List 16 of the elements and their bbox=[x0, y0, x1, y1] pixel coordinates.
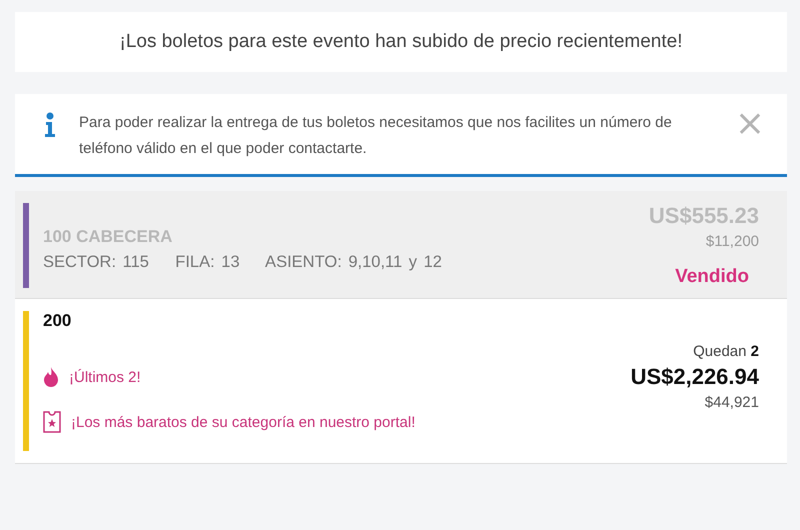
ticket-star-icon bbox=[43, 411, 61, 433]
price: US$2,226.94 bbox=[630, 364, 759, 390]
close-button[interactable]: × bbox=[730, 110, 769, 138]
listing-card[interactable]: 200 ¡Últimos 2! ¡Los más baratos de su categoría en nuestro portal! Quedan 2 US$2,226.94 $44,921 bbox=[15, 299, 787, 464]
badge-text: ¡Últimos 2! bbox=[69, 368, 141, 386]
price-increase-message: ¡Los boletos para este evento han subido de precio recientemente! bbox=[120, 31, 682, 53]
local-price: $11,200 bbox=[706, 233, 759, 250]
status-label: Vendido bbox=[675, 266, 749, 288]
remaining-count: Quedan 2 bbox=[693, 343, 759, 360]
info-icon bbox=[43, 112, 57, 138]
badge-text: ¡Los más baratos de su categoría en nuestro portal! bbox=[71, 414, 416, 430]
notice-text: Para poder realizar la entrega de tus boletos necesitamos que nos facilites un número de teléfono válido en el que poder contactarte. bbox=[79, 113, 673, 159]
local-price: $44,921 bbox=[704, 394, 759, 411]
section-name: 200 bbox=[43, 311, 72, 331]
seat-details: SECTOR: 115 FILA: 13 ASIENTO: 9,10,11 y 12 bbox=[43, 253, 443, 272]
flame-icon bbox=[43, 367, 59, 387]
